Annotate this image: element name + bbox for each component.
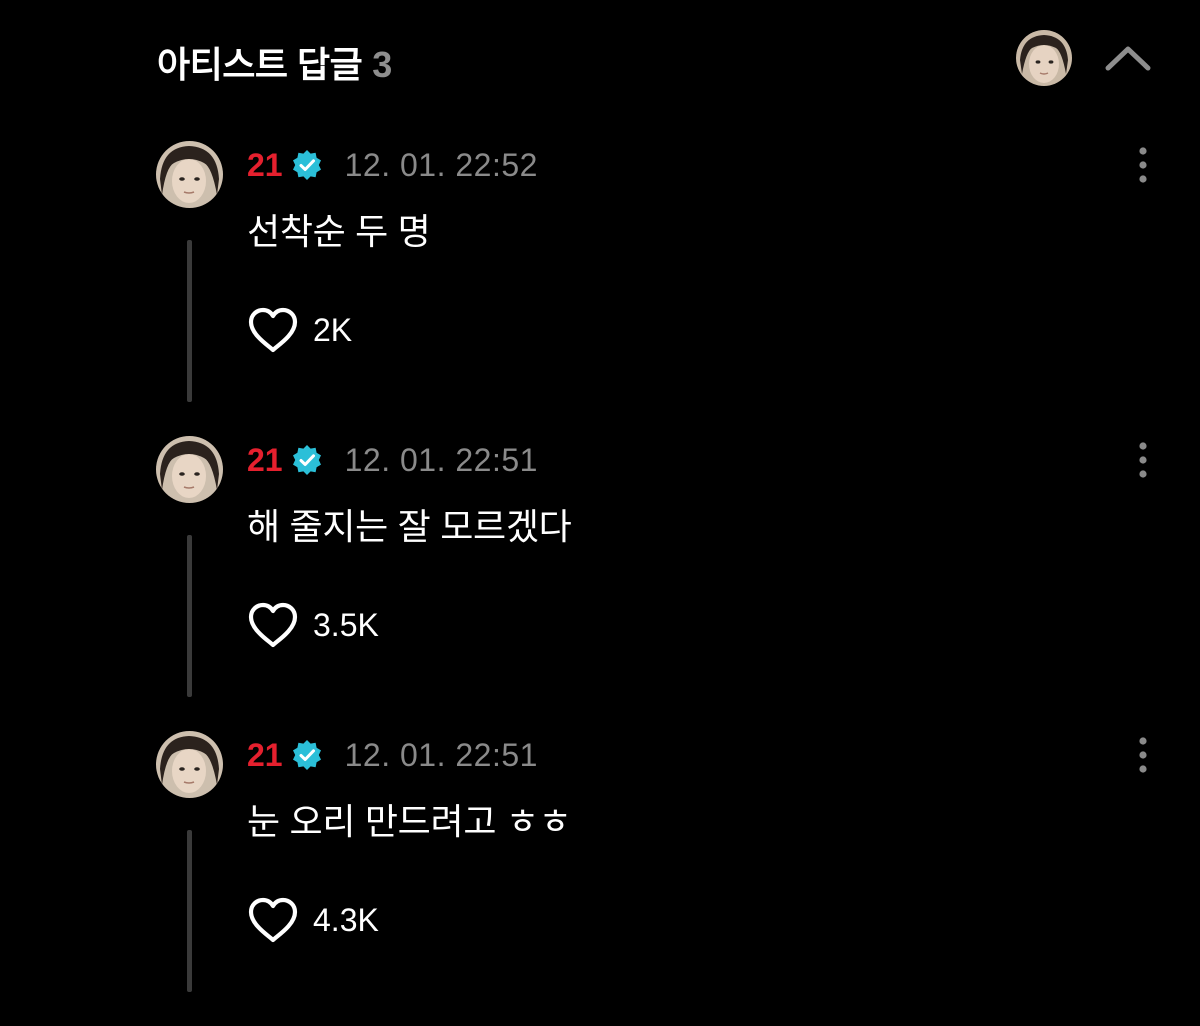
section-title: 아티스트 답글 3 <box>157 36 392 88</box>
reply-avatar[interactable] <box>156 436 223 503</box>
reply-avatar[interactable] <box>156 141 223 208</box>
reply-avatar[interactable] <box>156 731 223 798</box>
thread-line <box>187 830 192 992</box>
heart-icon[interactable] <box>247 601 299 649</box>
verified-badge-icon <box>292 150 321 180</box>
like-row: 3.5K <box>247 600 379 650</box>
timestamp: 12. 01. 22:51 <box>344 441 538 478</box>
reply-count: 3 <box>372 44 392 85</box>
like-count: 4.3K <box>313 901 379 938</box>
more-options-button[interactable] <box>1128 733 1158 777</box>
artist-avatar[interactable] <box>1016 30 1072 86</box>
like-row: 2K <box>247 305 352 355</box>
reply-item: 21 12. 01. 22:51 눈 오리 만드려고 ㅎㅎ 4.3K <box>0 731 1200 1026</box>
reply-item: 21 12. 01. 22:51 해 줄지는 잘 모르겠다 3.5K <box>0 436 1200 731</box>
timestamp: 12. 01. 22:51 <box>344 736 538 773</box>
timestamp: 12. 01. 22:52 <box>344 146 538 183</box>
reply-meta: 21 12. 01. 22:51 <box>247 440 538 480</box>
collapse-button[interactable] <box>1100 36 1156 80</box>
chevron-up-icon <box>1105 46 1151 71</box>
heart-icon[interactable] <box>247 306 299 354</box>
reply-text: 선착순 두 명 <box>247 211 431 252</box>
verified-badge-icon <box>292 740 321 770</box>
thread-line <box>187 535 192 697</box>
like-count: 2K <box>313 311 353 348</box>
reply-item: 21 12. 01. 22:52 선착순 두 명 2K <box>0 141 1200 436</box>
more-options-button[interactable] <box>1128 143 1158 187</box>
section-title-label: 아티스트 답글 <box>157 44 363 85</box>
reply-text: 해 줄지는 잘 모르겠다 <box>247 506 572 547</box>
reply-meta: 21 12. 01. 22:51 <box>247 735 538 775</box>
username[interactable]: 21 <box>247 737 283 774</box>
more-vertical-icon <box>1139 737 1147 773</box>
like-row: 4.3K <box>247 895 379 945</box>
reply-meta: 21 12. 01. 22:52 <box>247 145 538 185</box>
more-options-button[interactable] <box>1128 438 1158 482</box>
heart-icon[interactable] <box>247 896 299 944</box>
thread-line <box>187 240 192 402</box>
verified-badge-icon <box>292 445 321 475</box>
username[interactable]: 21 <box>247 147 283 184</box>
like-count: 3.5K <box>313 606 379 643</box>
more-vertical-icon <box>1139 442 1147 478</box>
reply-text: 눈 오리 만드려고 ㅎㅎ <box>247 801 572 842</box>
username[interactable]: 21 <box>247 442 283 479</box>
more-vertical-icon <box>1139 147 1147 183</box>
artist-replies-header: 아티스트 답글 3 <box>0 0 1200 120</box>
